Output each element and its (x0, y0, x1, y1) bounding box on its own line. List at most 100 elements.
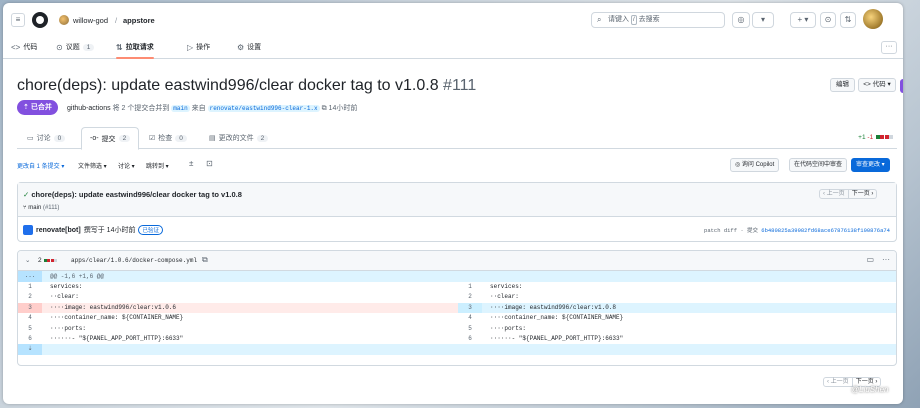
review-changes-button[interactable]: 审查更改 ▾ (851, 158, 890, 172)
issues-icon[interactable]: ⊙ (820, 12, 836, 28)
pr-tabs: ▭ 讨论 0 -o- 提交 2 ☑ 检查 0 ▤ 更改的文件 2 +1 -1 (17, 127, 897, 150)
right-line-number[interactable]: 4 (458, 313, 482, 323)
chevron-down-icon[interactable]: ⌄ (25, 256, 30, 264)
right-line-number[interactable]: 5 (458, 324, 482, 334)
search-input[interactable]: ⌕ 请键入 / 去搜索 (591, 12, 725, 28)
code-dropdown-button[interactable]: <> 代码 ▾ (858, 78, 896, 92)
more-icon[interactable]: ··· (882, 255, 890, 264)
search-placeholder-suffix: 去搜索 (638, 16, 660, 23)
repo-nav-issues-label: 议题 (65, 44, 80, 51)
bot-avatar[interactable] (23, 225, 33, 235)
commit-pr-ref[interactable]: (#111) (43, 205, 59, 211)
diff-toolbar: 更改自 1 条提交 ▾ 文件筛选 ▾ 讨论 ▾ 跳转到 ▾ ± ⊡ ◎ 询问 C… (17, 158, 897, 174)
commit-title-text[interactable]: chore(deps): update eastwind996/clear do… (31, 190, 242, 199)
right-code-line: services: (490, 283, 523, 290)
copy-icon[interactable]: ⧉ (322, 105, 327, 112)
check-icon: ✓ (23, 190, 30, 199)
translate-float-icon[interactable]: 文 (900, 97, 903, 111)
tab-commits[interactable]: -o- 提交 2 (81, 127, 140, 150)
right-line-number[interactable]: 3 (458, 302, 482, 314)
patch-diff-link[interactable]: patch diff (704, 227, 737, 234)
right-line-number[interactable]: 2 (458, 292, 482, 302)
commit-sha[interactable]: 6b480825a39982fd68ace67876138f100876a74 (761, 227, 890, 234)
tab-checks-count: 0 (175, 134, 187, 142)
head-branch[interactable]: renovate/eastwind996-clear-1.x (207, 105, 320, 112)
edit-title-button[interactable]: 编辑 (830, 78, 855, 92)
right-code-line: ··clear: (490, 293, 519, 301)
pr-meta-text-2: 来自 (191, 105, 206, 112)
pr-time: 14小时前 (328, 105, 358, 112)
commit-title: ✓ chore(deps): update eastwind996/clear … (23, 190, 242, 199)
copilot-icon[interactable]: ◎ (732, 12, 750, 28)
left-line-number[interactable]: 4 (18, 313, 42, 323)
prev-label: 上一页 (830, 379, 849, 385)
commit-author[interactable]: renovate[bot] (36, 227, 81, 234)
owner-avatar[interactable] (59, 15, 69, 25)
repo-nav-pull-requests[interactable]: ⇅ 拉取请求 (116, 42, 154, 59)
right-code-line: ····ports: (490, 324, 527, 332)
issue-icon: ⊙ (56, 42, 63, 52)
base-branch[interactable]: main (171, 105, 190, 112)
repo-nav-code[interactable]: <> 代码 (11, 42, 37, 52)
repo-nav-actions[interactable]: ▷ 操作 (187, 42, 210, 52)
file-path[interactable]: apps/clear/1.0.6/docker-compose.yml (71, 257, 197, 264)
settings-icon[interactable]: ⊡ (206, 159, 213, 168)
diff-rows: 1 services: 1 services: 2 ··clear: 2 ··clear: 3 ·… (18, 282, 896, 344)
jump-to-dropdown[interactable]: 跳转到 ▾ (146, 161, 169, 170)
tab-files-changed[interactable]: ▤ 更改的文件 2 (201, 127, 276, 149)
diffstat-square (875, 135, 880, 139)
left-line-number[interactable]: 1 (18, 282, 42, 292)
repo-nav-settings-label: 设置 (247, 44, 262, 51)
file-change-count-value: 2 (38, 257, 42, 264)
diffstat-square (884, 135, 889, 139)
diffstat-deletions: -1 (867, 134, 874, 141)
breadcrumb-repo[interactable]: appstore (123, 16, 155, 25)
pr-author[interactable]: github-actions (67, 105, 111, 112)
github-logo-icon[interactable] (32, 12, 48, 28)
create-new-icon[interactable]: + ▾ (790, 12, 816, 28)
expand-down-icon[interactable]: ⇣ (18, 344, 42, 356)
status-badge: ⇡ 已合并 (17, 100, 58, 115)
review-in-codespace-button[interactable]: 在代码空间中审查 (789, 158, 848, 172)
prev-commit-button-bottom[interactable]: ‹ 上一页 (823, 377, 853, 387)
left-line-number[interactable]: 5 (18, 324, 42, 334)
left-line-number[interactable]: 6 (18, 334, 42, 344)
menu-icon[interactable]: ≡ (11, 13, 25, 27)
file-change-count: 2 (38, 257, 58, 264)
comment-icon[interactable]: ▭ (866, 255, 874, 264)
search-icon: ⌕ (597, 15, 602, 24)
prev-commit-button[interactable]: ‹ 上一页 (819, 189, 849, 199)
left-code-line: services: (50, 283, 83, 290)
verified-badge[interactable]: 已验证 (138, 225, 163, 235)
right-line-number[interactable]: 6 (458, 334, 482, 344)
copilot-float-icon[interactable]: ◎ (900, 79, 903, 93)
copilot-dropdown-icon[interactable]: ▾ (752, 12, 774, 28)
ask-copilot-button[interactable]: ◎ 询问 Copilot (730, 158, 780, 172)
left-code-line: ····container_name: ${CONTAINER_NAME} (50, 314, 184, 322)
tab-checks[interactable]: ☑ 检查 0 (141, 127, 195, 149)
repo-nav-actions-label: 操作 (196, 44, 211, 51)
collapse-icon[interactable]: ± (189, 159, 193, 168)
expand-up-icon[interactable]: ... (18, 271, 42, 282)
global-header: ≡ willow-god / appstore ⌕ 请键入 / 去搜索 ◎ ▾ … (3, 3, 903, 37)
tab-conversation-count: 0 (53, 134, 66, 142)
diffstat-square (880, 135, 884, 139)
file-filter-dropdown[interactable]: 文件筛选 ▾ (78, 161, 107, 170)
user-avatar[interactable] (863, 9, 883, 29)
discussion-dropdown[interactable]: 讨论 ▾ (118, 161, 135, 170)
tab-conversation[interactable]: ▭ 讨论 0 (19, 127, 73, 149)
left-line-number[interactable]: 3 (18, 302, 42, 314)
hunk-text: @@ -1,6 +1,6 @@ (50, 273, 105, 280)
right-line-number[interactable]: 1 (458, 282, 482, 292)
breadcrumb-owner[interactable]: willow-god (73, 16, 108, 25)
more-icon[interactable]: ··· (881, 41, 897, 54)
copy-icon[interactable]: ⧉ (202, 255, 208, 265)
commit-branch-name[interactable]: main (28, 205, 41, 211)
repo-nav-issues[interactable]: ⊙ 议题 1 (56, 42, 95, 52)
repo-nav-settings[interactable]: ⚙ 设置 (237, 42, 261, 52)
next-commit-button[interactable]: 下一页 › (848, 189, 878, 199)
pull-requests-icon[interactable]: ⇅ (840, 12, 856, 28)
search-placeholder-prefix: 请键入 (608, 16, 629, 23)
changes-from-dropdown[interactable]: 更改自 1 条提交 ▾ (17, 161, 64, 170)
left-line-number[interactable]: 2 (18, 292, 42, 302)
